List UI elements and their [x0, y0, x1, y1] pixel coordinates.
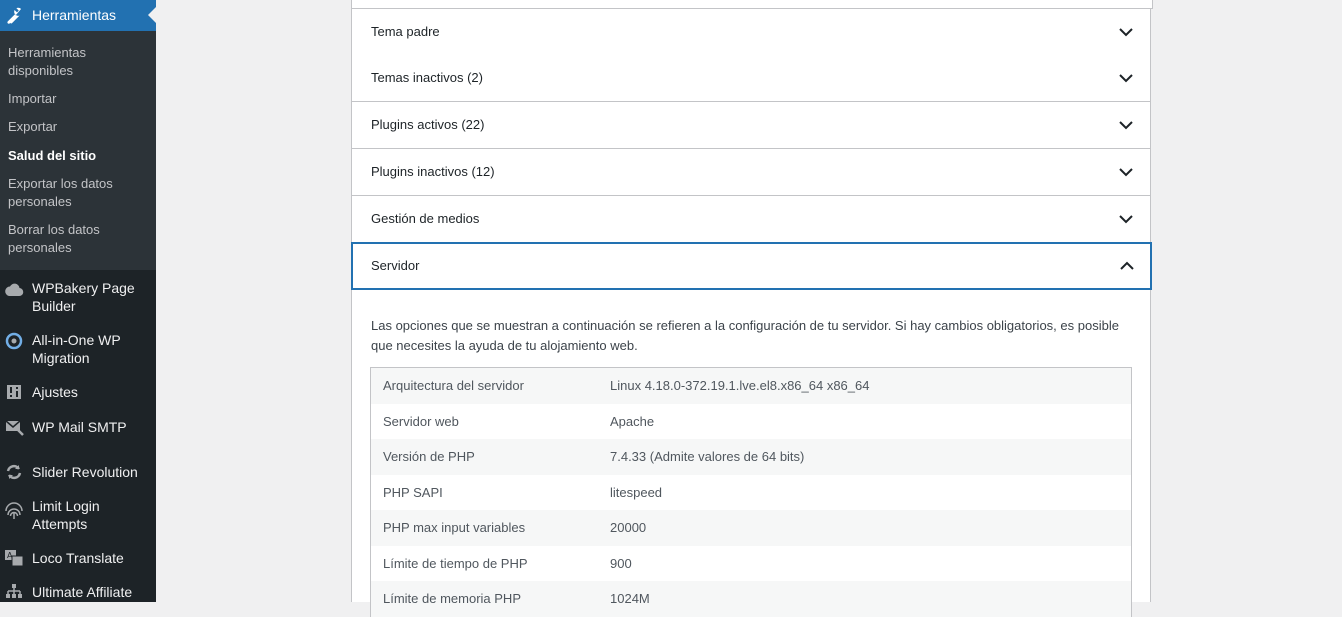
svg-text:A: A: [7, 551, 13, 560]
accordion-title: Servidor: [371, 258, 420, 273]
accordion-gestion-medios[interactable]: Gestión de medios: [351, 196, 1151, 243]
accordion-title: Gestión de medios: [371, 211, 480, 226]
menu-item-label: Slider Revolution: [32, 464, 138, 480]
accordion-temas-inactivos[interactable]: Temas inactivos (2): [351, 55, 1151, 102]
row-key: Arquitectura del servidor: [383, 378, 524, 393]
row-value: 20000: [610, 520, 647, 535]
submenu-item-exportar[interactable]: Exportar: [8, 118, 148, 136]
table-row: PHP max input variables 20000: [371, 510, 1131, 546]
row-value: Apache: [610, 413, 655, 429]
menu-item-label: Ajustes: [32, 384, 78, 400]
mail-icon: [5, 420, 24, 436]
row-value: 900: [610, 555, 632, 571]
menu-item-label: WPBakery Page Builder: [32, 280, 135, 314]
row-key: Versión de PHP: [383, 449, 475, 464]
submenu-item-exportar-datos[interactable]: Exportar los datos personales: [8, 175, 148, 211]
chevron-down-icon: [1119, 168, 1133, 177]
row-key: PHP SAPI: [383, 484, 443, 500]
menu-item-label: All-in-One WP Migration: [32, 332, 121, 366]
table-row: PHP SAPI litespeed: [371, 475, 1131, 511]
current-menu-arrow: [148, 7, 156, 23]
accordion-servidor[interactable]: Servidor: [351, 242, 1152, 290]
table-row: Límite de tiempo de PHP 900: [371, 546, 1131, 582]
refresh-icon: [6, 464, 22, 480]
table-row: Versión de PHP 7.4.33 (Admite valores de…: [371, 439, 1131, 475]
menu-item-label: Ultimate Affiliate: [32, 584, 133, 600]
admin-sidebar: Herramientas Herramientas disponibles Im…: [0, 0, 156, 602]
row-key: Servidor web: [383, 413, 459, 429]
chevron-down-icon: [1119, 121, 1133, 130]
submenu-item-borrar-datos[interactable]: Borrar los datos personales: [8, 221, 148, 257]
row-key: PHP max input variables: [383, 520, 526, 535]
migration-icon: [5, 332, 23, 350]
submenu-item-salud-del-sitio[interactable]: Salud del sitio: [8, 147, 148, 165]
menu-item-label: WP Mail SMTP: [32, 419, 127, 435]
servidor-description: Las opciones que se muestran a continuac…: [371, 318, 1119, 353]
accordion-title: Tema padre: [371, 24, 440, 39]
chevron-down-icon: [1119, 215, 1133, 224]
chevron-down-icon: [1119, 74, 1133, 83]
accordion-plugins-activos[interactable]: Plugins activos (22): [351, 102, 1151, 149]
menu-item-label: Herramientas: [32, 7, 117, 23]
chevron-down-icon: [1119, 28, 1133, 37]
menu-item-label: Limit Login Attempts: [32, 498, 100, 532]
menu-item-label: Loco Translate: [32, 550, 124, 566]
submenu: Herramientas disponibles Importar Export…: [0, 31, 156, 270]
translate-icon: A: [5, 550, 24, 567]
accordion-tema-padre[interactable]: Tema padre: [351, 8, 1151, 56]
row-key: Límite de tiempo de PHP: [383, 555, 528, 571]
submenu-item-importar[interactable]: Importar: [8, 90, 148, 108]
sitemap-icon: [6, 584, 22, 598]
chevron-up-icon: [1120, 261, 1134, 270]
wrench-icon: [7, 7, 22, 24]
accordion-plugins-inactivos[interactable]: Plugins inactivos (12): [351, 149, 1151, 196]
accordion-title: Temas inactivos (2): [371, 70, 483, 85]
server-info-table: Arquitectura del servidor Linux 4.18.0-3…: [370, 367, 1132, 617]
row-key: Límite de memoria PHP: [383, 591, 521, 606]
menu-item-herramientas[interactable]: Herramientas: [0, 0, 156, 31]
accordion-title: Plugins inactivos (12): [371, 164, 495, 179]
settings-icon: [7, 385, 21, 399]
row-value: litespeed: [610, 484, 663, 500]
row-value: 7.4.33 (Admite valores de 64 bits): [610, 449, 805, 464]
servidor-panel: Las opciones que se muestran a continuac…: [351, 290, 1151, 617]
cloud-icon: [5, 283, 24, 297]
table-row: Arquitectura del servidor Linux 4.18.0-3…: [371, 368, 1131, 404]
row-value: Linux 4.18.0-372.19.1.lve.el8.x86_64 x86…: [610, 378, 870, 393]
fingerprint-icon: [5, 502, 23, 519]
submenu-item-herramientas-disponibles[interactable]: Herramientas disponibles: [8, 44, 148, 80]
table-row: Límite de memoria PHP 1024M: [371, 581, 1131, 617]
row-value: 1024M: [610, 591, 650, 606]
table-row: Servidor web Apache: [371, 404, 1131, 440]
accordion-title: Plugins activos (22): [371, 117, 485, 132]
